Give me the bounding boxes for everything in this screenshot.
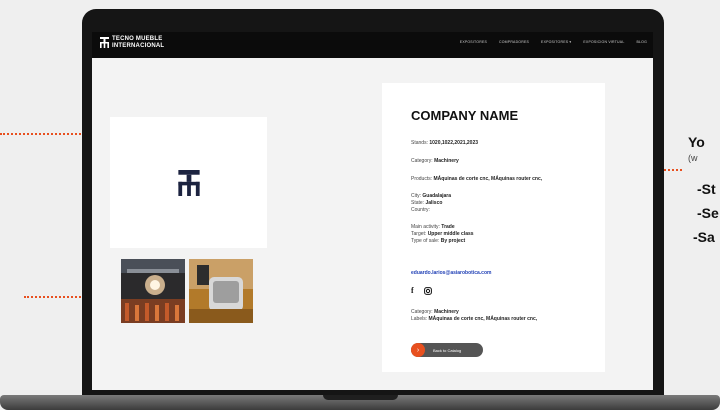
city-row: City: Guadalajara (411, 193, 451, 199)
instagram-icon[interactable] (423, 286, 432, 295)
state-row: State: Jalisco (411, 200, 442, 206)
laser-cutting-photo (121, 259, 185, 323)
site-navbar: TECNO MUEBLE INTERNACIONAL EXPOSITORES C… (92, 32, 653, 58)
logo-mark-icon (100, 37, 109, 48)
gallery-thumbnail[interactable] (189, 259, 253, 323)
router-machine-photo (189, 259, 253, 323)
labels-value: MÁquinas de corte cnc, MÁquinas router c… (428, 316, 538, 322)
city-value: Guadalajara (422, 193, 452, 199)
country-label: Country: (411, 207, 430, 213)
nav-link-blog[interactable]: BLOG (636, 40, 647, 44)
social-links: f (411, 286, 432, 295)
products-label: Products: (411, 176, 434, 182)
back-to-catalog-button[interactable]: › Back to Catalog (411, 343, 483, 357)
annotation-item: -Se (697, 205, 719, 221)
nav-link-expositores-dropdown[interactable]: EXPOSITORES ▾ (541, 40, 571, 44)
logo-text: TECNO MUEBLE INTERNACIONAL (112, 36, 164, 49)
company-info-panel: COMPANY NAME Stands: 1020,1022,2021,2023… (382, 83, 605, 372)
company-email-link[interactable]: eduardo.larios@asiarobotica.com (411, 270, 491, 276)
state-label: State: (411, 200, 426, 206)
main-activity-label: Main activity: (411, 224, 442, 230)
annotation-heading: Yo (688, 134, 705, 150)
nav-link-exposicion-virtual[interactable]: EXPOSICION VIRTUAL (583, 40, 624, 44)
nav-menu: EXPOSITORES COMPRADORES EXPOSITORES ▾ EX… (460, 40, 647, 44)
arrow-right-icon: › (411, 343, 425, 357)
category-footer-row: Category: Machinery (411, 309, 459, 315)
laptop-screen: TECNO MUEBLE INTERNACIONAL EXPOSITORES C… (92, 32, 653, 390)
main-activity-row: Main activity: Trade (411, 224, 455, 230)
category-row: Category: Machinery (411, 158, 459, 164)
company-logo-icon (177, 169, 200, 196)
stands-value: 1020,1022,2021,2023 (429, 140, 479, 146)
products-row: Products: MÁquinas de corte cnc, MÁquina… (411, 176, 542, 182)
annotation-subtitle: (w (688, 153, 698, 163)
back-to-catalog-label: Back to Catalog (433, 347, 462, 353)
company-logo-image[interactable] (110, 117, 267, 248)
target-label: Target: (411, 231, 428, 237)
type-of-sale-value: By project (440, 238, 466, 244)
site-logo[interactable]: TECNO MUEBLE INTERNACIONAL (100, 36, 164, 49)
logo-line-2: INTERNACIONAL (112, 42, 165, 49)
nav-link-compradores[interactable]: COMPRADORES (499, 40, 529, 44)
annotation-item: -St (697, 181, 716, 197)
facebook-icon[interactable]: f (411, 286, 414, 295)
type-of-sale-row: Type of sale: By project (411, 238, 465, 244)
nav-link-expositores[interactable]: EXPOSITORES (460, 40, 487, 44)
stands-label: Stands: (411, 140, 430, 146)
company-name: COMPANY NAME (411, 108, 519, 123)
products-value: MÁquinas de corte cnc, MÁquinas router c… (433, 176, 543, 182)
type-of-sale-label: Type of sale: (411, 238, 441, 244)
main-activity-value: Trade (441, 224, 455, 230)
target-value: Upper middle class (427, 231, 474, 237)
target-row: Target: Upper middle class (411, 231, 474, 237)
state-value: Jalisco (425, 200, 443, 206)
annotation-item: -Sa (693, 229, 715, 245)
category-footer-label: Category: (411, 309, 435, 315)
labels-label: Labels: (411, 316, 429, 322)
stands-row: Stands: 1020,1022,2021,2023 (411, 140, 478, 146)
country-row: Country: (411, 207, 430, 213)
category-footer-value: Machinery (434, 309, 459, 315)
gallery-thumbnail[interactable] (121, 259, 185, 323)
category-label: Category: (411, 158, 435, 164)
category-value: Machinery (434, 158, 459, 164)
page-content: COMPANY NAME Stands: 1020,1022,2021,2023… (92, 58, 653, 390)
city-label: City: (411, 193, 423, 199)
labels-row: Labels: MÁquinas de corte cnc, MÁquinas … (411, 316, 537, 322)
laptop-notch (323, 395, 398, 400)
